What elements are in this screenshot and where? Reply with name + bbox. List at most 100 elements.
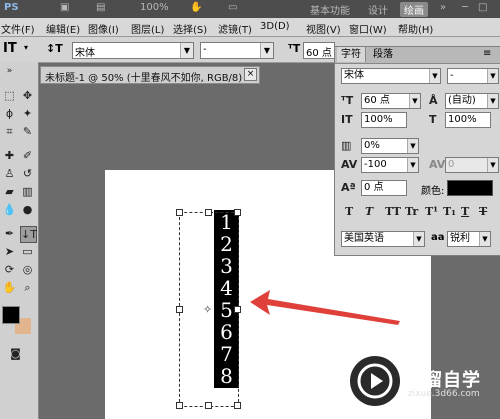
font-family-select[interactable]: 宋体 ▼ <box>72 42 194 59</box>
hand-tool-icon[interactable]: ✋ <box>2 280 17 295</box>
application-bar: PS ▣ ▤ 100% ✋ ▭ 基本功能 设计 绘画 » ─ □ <box>0 0 500 18</box>
crop-tool-icon[interactable]: ⌗ <box>2 124 17 139</box>
move-tool-icon[interactable]: ✥ <box>20 88 35 103</box>
workspace-design[interactable]: 设计 <box>368 2 388 17</box>
panel-font-style-select[interactable]: - ▼ <box>447 68 499 84</box>
clone-stamp-tool-icon[interactable]: ♙ <box>2 166 17 181</box>
chevron-down-icon: ▼ <box>487 94 498 108</box>
antialias-select[interactable]: 锐利 ▼ <box>447 231 491 247</box>
tab-paragraph[interactable]: 段落 <box>369 47 397 62</box>
eyedropper-tool-icon[interactable]: ✎ <box>20 124 35 139</box>
lasso-tool-icon[interactable]: ϕ <box>2 106 17 121</box>
vertical-scale-field[interactable]: 100% <box>361 112 407 128</box>
baseline-shift-field[interactable]: 0 点 <box>361 180 407 196</box>
shape-tool-icon[interactable]: ▭ <box>20 244 35 259</box>
small-caps-button[interactable]: Tr <box>405 205 418 218</box>
panel-font-size-field[interactable]: 60 点 ▼ <box>361 93 421 109</box>
font-family-value: 宋体 <box>75 48 95 59</box>
history-brush-tool-icon[interactable]: ↺ <box>20 166 35 181</box>
close-icon[interactable]: × <box>244 68 257 81</box>
menu-file[interactable]: 文件(F) <box>1 21 35 36</box>
marquee-tool-icon[interactable]: ⬚ <box>2 88 17 103</box>
menu-filter[interactable]: 滤镜(T) <box>218 21 252 36</box>
mb-icon[interactable]: ▤ <box>96 2 105 13</box>
subscript-button[interactable]: T₁ <box>443 205 456 218</box>
3d-rotate-tool-icon[interactable]: ⟳ <box>2 262 17 277</box>
menu-bar: 文件(F) 编辑(E) 图像(I) 图层(L) 选择(S) 滤镜(T) 3D(D… <box>0 18 500 37</box>
type-tool-preset-icon[interactable]: IT <box>3 41 17 56</box>
menu-3d[interactable]: 3D(D) <box>260 21 290 32</box>
tab-character[interactable]: 字符 <box>337 47 366 62</box>
vertical-type-tool-icon[interactable]: ↓T <box>20 226 37 243</box>
magic-wand-tool-icon[interactable]: ✦ <box>20 106 35 121</box>
language-value: 美国英语 <box>344 233 384 244</box>
font-size-icon: ᵀT <box>288 42 301 55</box>
workspace-painting[interactable]: 绘画 <box>400 2 428 17</box>
panel-menu-icon[interactable]: ≡ <box>483 48 491 59</box>
3d-camera-tool-icon[interactable]: ◎ <box>20 262 35 277</box>
zoom-tool-icon[interactable]: ⌕ <box>20 280 35 295</box>
transform-handle[interactable] <box>234 209 241 216</box>
horizontal-scale-field[interactable]: 100% <box>445 112 491 128</box>
hand-icon[interactable]: ✋ <box>190 2 202 13</box>
document-tab[interactable]: 未标题-1 @ 50% (十里春风不如你, RGB/8) * × <box>40 66 260 84</box>
dodge-tool-icon[interactable]: ● <box>20 202 35 217</box>
chevron-down-icon[interactable]: ▾ <box>24 43 28 52</box>
panel-font-size-value: 60 点 <box>364 95 390 106</box>
baseline-shift-value: 0 点 <box>364 182 384 193</box>
faux-italic-button[interactable]: T <box>365 205 373 218</box>
panel-font-family-select[interactable]: 宋体 ▼ <box>341 68 441 84</box>
maximize-icon[interactable]: □ <box>478 2 487 13</box>
chevron-down-icon: ▼ <box>487 158 498 172</box>
blur-tool-icon[interactable]: 💧 <box>2 202 17 217</box>
document-title: 未标题-1 @ 50% (十里春风不如你, RGB/8) * <box>45 73 251 84</box>
workspace-more-icon[interactable]: » <box>440 2 446 13</box>
kerning-ratio-field[interactable]: 0% ▼ <box>361 138 419 154</box>
br-icon[interactable]: ▣ <box>60 2 69 13</box>
transform-handle[interactable] <box>176 306 183 313</box>
watermark-url: zixue.3d66.com <box>408 389 480 399</box>
transform-handle[interactable] <box>205 402 212 409</box>
strikethrough-button[interactable]: T <box>479 205 487 218</box>
collapse-toolbox-icon[interactable]: » <box>2 64 17 79</box>
zoom-level[interactable]: 100% <box>140 2 169 13</box>
pen-tool-icon[interactable]: ✒ <box>2 226 17 241</box>
gradient-tool-icon[interactable]: ▥ <box>20 184 35 199</box>
menu-image[interactable]: 图像(I) <box>88 21 119 36</box>
transform-handle[interactable] <box>234 402 241 409</box>
transform-handle[interactable] <box>205 209 212 216</box>
font-style-select[interactable]: - ▼ <box>200 42 274 59</box>
menu-layer[interactable]: 图层(L) <box>131 21 164 36</box>
font-size-field[interactable]: 60 点 <box>303 42 335 59</box>
menu-window[interactable]: 窗口(W) <box>349 21 387 36</box>
menu-edit[interactable]: 编辑(E) <box>46 21 80 36</box>
underline-button[interactable]: T <box>461 205 469 218</box>
text-color-swatch[interactable] <box>447 180 493 196</box>
minimize-icon[interactable]: ─ <box>462 2 468 13</box>
arrange-docs-icon[interactable]: ▭ <box>228 2 237 13</box>
workspace-essentials[interactable]: 基本功能 <box>310 2 350 17</box>
panel-tabs: 字符 段落 ≡ <box>335 47 500 64</box>
leading-field[interactable]: (自动) ▼ <box>445 93 499 109</box>
menu-view[interactable]: 视图(V) <box>306 21 341 36</box>
toggle-orientation-icon[interactable]: ↕T <box>46 42 63 55</box>
healing-brush-tool-icon[interactable]: ✚ <box>2 148 17 163</box>
menu-select[interactable]: 选择(S) <box>173 21 207 36</box>
brush-tool-icon[interactable]: ✐ <box>20 148 35 163</box>
superscript-button[interactable]: T¹ <box>425 205 438 218</box>
quick-mask-icon[interactable]: ◙ <box>8 346 23 361</box>
text-bounding-box[interactable]: ✧ <box>176 209 241 409</box>
transform-handle[interactable] <box>176 402 183 409</box>
foreground-color-swatch[interactable] <box>2 306 20 324</box>
kerning-field[interactable]: 0 ▼ <box>445 157 499 173</box>
chevron-down-icon: ▼ <box>180 43 193 58</box>
language-select[interactable]: 美国英语 ▼ <box>341 231 425 247</box>
all-caps-button[interactable]: TT <box>385 205 401 218</box>
path-selection-tool-icon[interactable]: ➤ <box>2 244 17 259</box>
transform-handle[interactable] <box>176 209 183 216</box>
faux-bold-button[interactable]: T <box>345 205 353 218</box>
eraser-tool-icon[interactable]: ▰ <box>2 184 17 199</box>
menu-help[interactable]: 帮助(H) <box>398 21 433 36</box>
tracking-field[interactable]: -100 ▼ <box>361 157 419 173</box>
tracking-value: -100 <box>364 159 387 170</box>
